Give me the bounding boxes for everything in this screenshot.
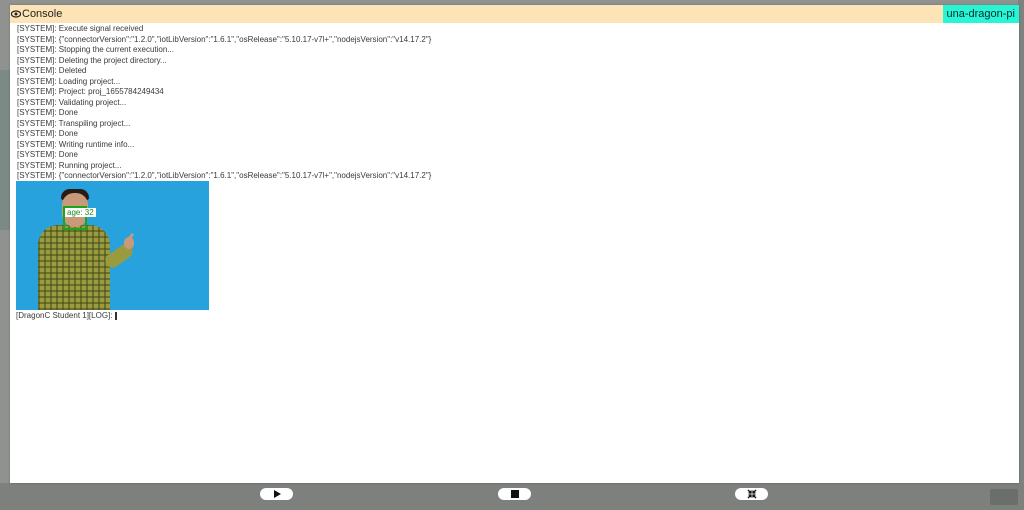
log-line: [SYSTEM]: Transpiling project... (17, 118, 131, 128)
log-line: [SYSTEM]: Done (17, 108, 78, 117)
collapse-icon (747, 489, 756, 499)
console-header: Console una-dragon-pi (10, 5, 1019, 23)
log-line: [SYSTEM]: Validating project... (17, 97, 127, 107)
log-line: [SYSTEM]: Writing runtime info... (17, 139, 135, 149)
person-body (38, 225, 110, 310)
log-line: [SYSTEM]: Running project... (17, 160, 122, 170)
log-line: [SYSTEM]: Stopping the current execution… (17, 45, 174, 54)
play-button[interactable] (260, 488, 293, 500)
log-line: [SYSTEM]: Loading project... (17, 76, 121, 86)
log-line: [SYSTEM]: Done (17, 129, 78, 138)
background-button (990, 489, 1018, 505)
stop-icon (510, 490, 519, 498)
log-line: [SYSTEM]: {"connectorVersion":"1.2.0","i… (17, 34, 432, 44)
collapse-button[interactable] (735, 488, 768, 500)
log-line: [SYSTEM]: Deleting the project directory… (17, 55, 167, 65)
log-line: [SYSTEM]: Done (17, 150, 78, 159)
log-line: [SYSTEM]: Deleted (17, 66, 87, 75)
log-prompt[interactable]: [DragonC Student 1][LOG]: (16, 311, 117, 320)
console-title: Console (22, 8, 63, 20)
age-label: age: 32 (65, 208, 96, 217)
log-line: [SYSTEM]: Project: proj_1655784249434 (17, 87, 164, 96)
prompt-text: [DragonC Student 1][LOG]: (16, 311, 113, 320)
eye-icon (11, 10, 21, 18)
log-line: [SYSTEM]: Execute signal received (17, 24, 144, 33)
play-icon (273, 490, 281, 498)
log-line: [SYSTEM]: {"connectorVersion":"1.2.0","i… (17, 171, 432, 180)
console-log: [SYSTEM]: Execute signal received [SYSTEM… (17, 24, 1007, 182)
background-sidebar (0, 70, 10, 230)
camera-snapshot: age: 32 (16, 181, 209, 310)
stop-button[interactable] (498, 488, 531, 500)
text-cursor (114, 311, 117, 320)
device-badge[interactable]: una-dragon-pi (942, 5, 1019, 23)
console-dialog: Console una-dragon-pi [SYSTEM]: Execute … (10, 5, 1019, 483)
